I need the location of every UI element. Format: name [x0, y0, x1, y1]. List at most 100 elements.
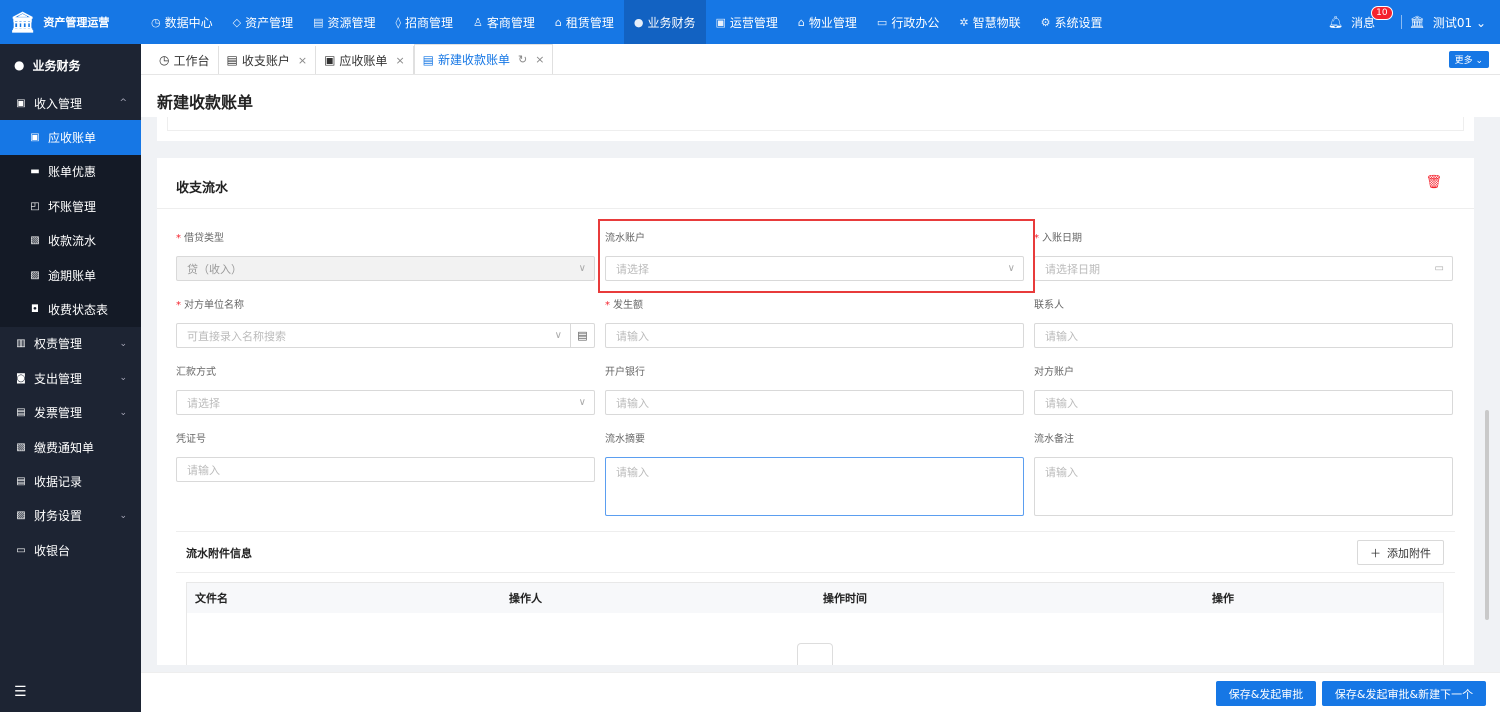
column-header: 操作 [1212, 592, 1234, 605]
topnav-item-2[interactable]: ▤ 资源管理 [303, 0, 385, 44]
topnav-item-7[interactable]: ▣ 运营管理 [706, 0, 788, 44]
remit-method-select[interactable]: 请选择 ∨ [176, 390, 595, 415]
voucher-no-input[interactable]: 请输入 [176, 457, 595, 482]
app-title: 资产管理运营 [43, 16, 110, 29]
amount-field: * 发生额 请输入 [605, 299, 1024, 348]
sidebar-item-7[interactable]: ▥ 权责管理 ⌄ [0, 327, 141, 361]
attachments-section: 流水附件信息 ＋ 添加附件 文件名 操作人 操作时间 操作 [176, 531, 1455, 665]
save-submit-new-button[interactable]: 保存&发起审批&新建下一个 [1322, 681, 1486, 706]
topnav-item-5[interactable]: ⌂ 租赁管理 [545, 0, 624, 44]
save-submit-button[interactable]: 保存&发起审批 [1216, 681, 1316, 706]
sidebar-item-8[interactable]: ◙ 支出管理 ⌄ [0, 361, 141, 395]
sidebar-item-13[interactable]: ▭ 收银台 [0, 533, 141, 567]
property-icon: ⌂ [797, 15, 805, 29]
flow-summary-textarea[interactable]: 请输入 [605, 457, 1024, 516]
entry-date-placeholder: 请选择日期 [1045, 262, 1100, 276]
contact-input[interactable]: 请输入 [1034, 323, 1453, 348]
topnav-item-11[interactable]: ⚙ 系统设置 [1031, 0, 1113, 44]
sidebar-item-11[interactable]: ▤ 收据记录 [0, 464, 141, 498]
bank-placeholder: 请输入 [616, 396, 649, 410]
topnav-label: 租赁管理 [565, 15, 614, 30]
counterparty-select[interactable]: 可直接录入名称搜索 ∨ ▤ [176, 323, 595, 348]
top-right: 🔔︎ 消息10 🏛 测试01 ⌄ [1328, 0, 1486, 44]
attachments-table: 文件名 操作人 操作时间 操作 [186, 582, 1444, 665]
topnav-label: 运营管理 [729, 15, 778, 30]
sidebar-item-label: 收入管理 [34, 96, 83, 111]
sidebar-item-10[interactable]: ▧ 缴费通知单 [0, 430, 141, 464]
bank-input[interactable]: 请输入 [605, 390, 1024, 415]
divider [176, 572, 1455, 573]
page-title: 新建收款账单 [157, 93, 254, 112]
chevron-down-icon: ⌄ [119, 338, 127, 349]
topnav-label: 物业管理 [808, 15, 857, 30]
topnav-item-8[interactable]: ⌂ 物业管理 [788, 0, 867, 44]
gear-icon: ⚙ [1040, 15, 1051, 29]
counter-account-field: 对方账户 请输入 [1034, 366, 1453, 415]
counterparty-label: 对方单位名称 [184, 300, 244, 311]
user-menu[interactable]: 测试01 ⌄ [1433, 14, 1486, 31]
more-button[interactable]: 更多 ⌄ [1448, 51, 1489, 68]
topnav-item-4[interactable]: ♙ 客商管理 [463, 0, 545, 44]
entry-date-field: * 入账日期 请选择日期 ▭ [1034, 232, 1453, 281]
trash-icon[interactable]: 🗑︎ [1425, 175, 1442, 190]
add-attachment-button[interactable]: ＋ 添加附件 [1357, 540, 1444, 565]
clock-icon: ◷ [151, 15, 161, 29]
scrollbar[interactable] [1485, 410, 1489, 620]
close-icon[interactable]: × [298, 54, 307, 67]
tab-bar: ◷ 工作台 ▤ 收支账户 × ▣ 应收账单 × ▤ 新建收款账单 ↻ × 更多 ⌄ [141, 44, 1500, 75]
messages-link[interactable]: 消息10 [1351, 5, 1393, 31]
entry-date-picker[interactable]: 请选择日期 ▭ [1034, 256, 1453, 281]
flow-remark-placeholder: 请输入 [1045, 466, 1078, 479]
topnav-item-6[interactable]: ● 业务财务 [623, 0, 706, 44]
topnav-label: 客商管理 [486, 15, 535, 30]
sidebar-item-1[interactable]: ▣ 应收账单 [0, 120, 141, 155]
topnav-item-1[interactable]: ◇ 资产管理 [223, 0, 303, 44]
sidebar-item-9[interactable]: ▤ 发票管理 ⌄ [0, 396, 141, 430]
sidebar-item-label: 收款流水 [48, 234, 97, 249]
sidebar-item-6[interactable]: ◘ 收费状态表 [0, 292, 141, 327]
sidebar-item-12[interactable]: ▨ 财务设置 ⌄ [0, 499, 141, 533]
close-icon[interactable]: × [535, 53, 544, 66]
clipboard-icon[interactable]: ▤ [570, 324, 594, 347]
messages-badge: 10 [1371, 5, 1393, 20]
app-logo[interactable]: 🏛 资产管理运营 [0, 0, 141, 44]
topnav-item-0[interactable]: ◷ 数据中心 [141, 0, 223, 44]
tab-label: 新建收款账单 [438, 53, 511, 67]
tag-icon: ◊ [395, 15, 401, 29]
sidebar-item-4[interactable]: ▧ 收款流水 [0, 223, 141, 258]
refresh-icon[interactable]: ↻ [518, 53, 527, 66]
sidebar-item-label: 坏账管理 [48, 199, 97, 214]
bank-icon: 🏛 [10, 10, 36, 34]
topnav-item-3[interactable]: ◊ 招商管理 [386, 0, 463, 44]
flow-account-select[interactable]: 请选择 ∨ [605, 256, 1024, 281]
topnav-item-10[interactable]: ✲ 智慧物联 [949, 0, 1030, 44]
flow-remark-textarea[interactable]: 请输入 [1034, 457, 1453, 516]
divider [1400, 15, 1402, 29]
tab-2[interactable]: ▣ 应收账单 × [316, 46, 414, 74]
credit-type-select: 贷（收入） ∨ [176, 256, 595, 281]
sidebar-item-5[interactable]: ▨ 逾期账单 [0, 257, 141, 293]
tab-1[interactable]: ▤ 收支账户 × [219, 46, 317, 74]
topnav-item-9[interactable]: ▭ 行政办公 [867, 0, 949, 44]
collapse-menu-icon[interactable]: ☰ [14, 684, 27, 700]
amount-label: 发生额 [613, 300, 643, 311]
sidebar-item-3[interactable]: ◰ 坏账管理 [0, 189, 141, 224]
building-icon: ▤ [313, 15, 324, 29]
counter-account-input[interactable]: 请输入 [1034, 390, 1453, 415]
tab-3[interactable]: ▤ 新建收款账单 ↻ × [413, 44, 554, 74]
flow-summary-placeholder: 请输入 [616, 466, 649, 479]
bell-icon[interactable]: 🔔︎ [1328, 15, 1343, 29]
flow-summary-field: 流水摘要 请输入 [605, 433, 1024, 516]
flow-account-label: 流水账户 [605, 233, 645, 244]
column-header: 操作人 [509, 592, 542, 605]
tab-0[interactable]: ◷ 工作台 [151, 46, 219, 74]
close-icon[interactable]: × [395, 54, 404, 67]
expense-icon: ◙ [16, 372, 26, 384]
discount-icon: ▬ [30, 166, 40, 178]
sidebar-item-2[interactable]: ▬ 账单优惠 [0, 154, 141, 190]
amount-input[interactable]: 请输入 [605, 323, 1024, 348]
receipt-icon: ▤ [16, 475, 26, 487]
counterparty-field: * 对方单位名称 可直接录入名称搜索 ∨ ▤ [176, 299, 595, 348]
credit-type-label: 借贷类型 [184, 233, 224, 244]
sidebar-item-0[interactable]: ▣ 收入管理 ^ [0, 86, 141, 120]
